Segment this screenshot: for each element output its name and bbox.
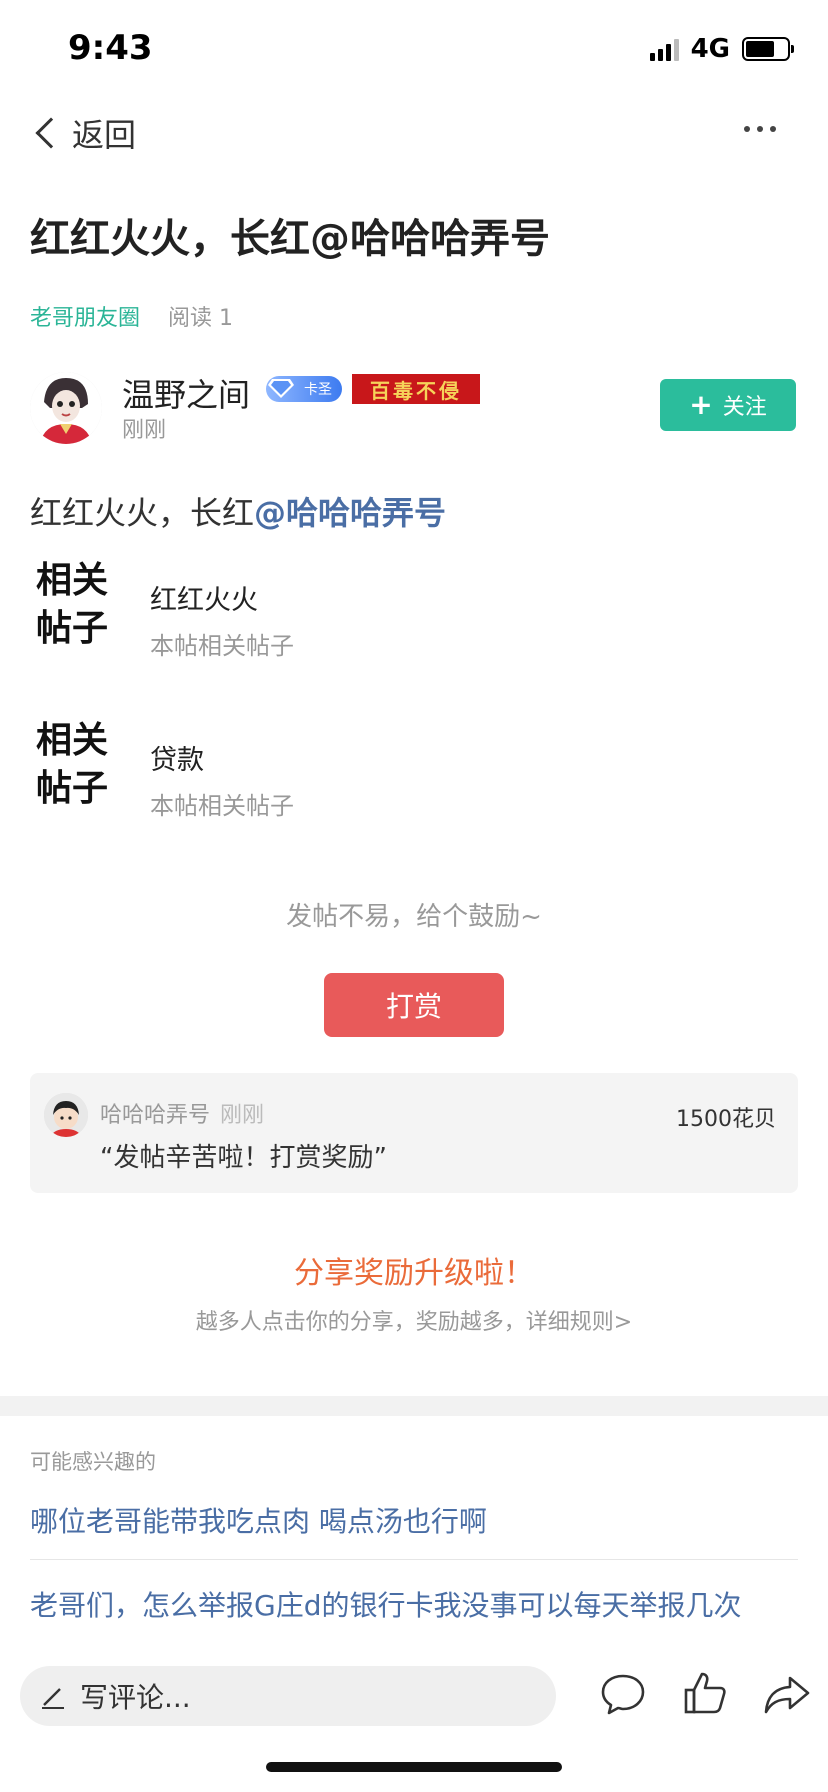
network-type: 4G — [690, 34, 730, 64]
comment-input[interactable]: 写评论... — [20, 1666, 556, 1726]
like-icon[interactable] — [680, 1668, 730, 1718]
related-subtitle: 本帖相关帖子 — [150, 792, 294, 820]
tip-user: 哈哈哈弄号 刚刚 — [100, 1097, 264, 1129]
related-badge: 相关 帖子 — [36, 556, 126, 652]
more-dots-icon[interactable] — [744, 126, 776, 132]
follow-button[interactable]: + 关注 — [660, 379, 796, 431]
post-title: 红红火火，长红@哈哈哈弄号 — [30, 216, 550, 262]
status-time: 9:43 — [68, 28, 153, 68]
share-icon[interactable] — [762, 1668, 812, 1718]
comment-placeholder: 写评论... — [80, 1681, 191, 1714]
comment-icon[interactable] — [598, 1668, 648, 1718]
related-post-card[interactable]: 相关 帖子 贷款 本帖相关帖子 — [36, 716, 796, 826]
back-button[interactable]: 返回 — [30, 110, 136, 156]
reward-button[interactable]: 打赏 — [324, 973, 504, 1037]
related-badge-line2: 帖子 — [36, 767, 109, 809]
home-indicator — [266, 1762, 562, 1772]
chevron-left-icon — [35, 117, 67, 149]
section-divider — [0, 1396, 828, 1416]
post-meta: 老哥朋友圈 阅读 1 — [30, 300, 233, 332]
battery-icon — [742, 37, 794, 61]
status-indicators: 4G — [649, 34, 794, 64]
interest-label: 可能感兴趣的 — [30, 1450, 156, 1474]
plus-icon: + — [689, 388, 713, 421]
tip-record-card: 哈哈哈弄号 刚刚 1500花贝 “发帖辛苦啦！打赏奖励” — [30, 1073, 798, 1193]
circle-link[interactable]: 老哥朋友圈 — [30, 300, 140, 332]
tipper-avatar[interactable] — [44, 1093, 88, 1137]
diamond-icon — [268, 379, 294, 398]
level-badge-label: 卡圣 — [304, 382, 332, 398]
recommend-item[interactable]: 老哥们，怎么举报G庄d的银行卡我没事可以每天举报几次 — [30, 1584, 798, 1644]
follow-label: 关注 — [722, 395, 767, 420]
tip-time: 刚刚 — [220, 1103, 265, 1128]
author-time: 刚刚 — [122, 418, 167, 443]
mention-link[interactable]: @哈哈哈弄号 — [254, 494, 446, 532]
share-title: 分享奖励升级啦！ — [294, 1256, 534, 1291]
signal-icon — [649, 37, 679, 61]
nav-bar: 返回 — [0, 100, 828, 164]
encourage-text: 发帖不易，给个鼓励~ — [286, 902, 542, 932]
author-name[interactable]: 温野之间 — [122, 370, 250, 416]
title-badge: 百毒不侵 — [352, 374, 480, 404]
tip-user-name[interactable]: 哈哈哈弄号 — [100, 1103, 210, 1128]
author-avatar[interactable] — [30, 372, 102, 444]
related-badge-line1: 相关 — [36, 559, 109, 601]
tip-message: “发帖辛苦啦！打赏奖励” — [100, 1143, 387, 1173]
share-rules-link[interactable]: 越多人点击你的分享，奖励越多，详细规则> — [0, 1304, 828, 1336]
related-subtitle: 本帖相关帖子 — [150, 632, 294, 660]
post-body-text: 红红火火，长红 — [30, 494, 255, 532]
read-count: 阅读 1 — [168, 306, 234, 331]
status-bar: 9:43 4G — [0, 0, 828, 100]
related-title: 红红火火 — [150, 585, 258, 616]
related-badge: 相关 帖子 — [36, 716, 126, 812]
related-badge-line1: 相关 — [36, 719, 109, 761]
related-post-card[interactable]: 相关 帖子 红红火火 本帖相关帖子 — [36, 556, 796, 666]
recommend-item[interactable]: 哪位老哥能带我吃点肉 喝点汤也行啊 — [30, 1500, 798, 1560]
pencil-icon — [42, 1688, 64, 1709]
post-body: 红红火火，长红@哈哈哈弄号 — [30, 488, 446, 534]
tip-amount: 1500花贝 — [676, 1107, 776, 1132]
related-title: 贷款 — [150, 745, 204, 776]
related-badge-line2: 帖子 — [36, 607, 109, 649]
level-badge: 卡圣 — [266, 376, 342, 402]
back-label: 返回 — [72, 116, 137, 154]
